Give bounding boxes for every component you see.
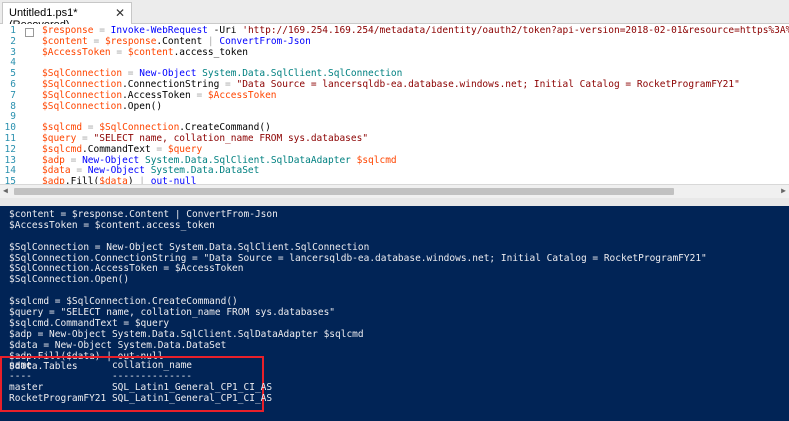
- tab-script[interactable]: Untitled1.ps1*(Recovered) ✕: [2, 2, 132, 31]
- script-code[interactable]: $response = Invoke-WebRequest -Uri 'http…: [42, 26, 789, 199]
- code-token: -Uri: [207, 26, 243, 36]
- scrollbar-thumb[interactable]: [14, 188, 674, 195]
- code-token: $adp: [42, 154, 65, 166]
- tab-bar: Untitled1.ps1*(Recovered) ✕: [0, 0, 789, 31]
- console-line: $SqlConnection = New-Object System.Data.…: [9, 241, 370, 253]
- code-token: =: [64, 154, 83, 166]
- code-token: System.Data.DataSet: [144, 165, 260, 177]
- code-token: =: [196, 89, 208, 101]
- code-token: $AccessToken: [42, 46, 111, 58]
- code-token: =: [76, 132, 94, 144]
- console-line: $data = New-Object System.Data.DataSet: [9, 339, 227, 351]
- code-token: =: [93, 26, 111, 36]
- console-output: $content = $response.Content | ConvertFr…: [9, 210, 779, 373]
- code-token: Invoke-WebRequest: [110, 26, 208, 36]
- line-number-gutter: 12345678910111213141516: [0, 24, 34, 198]
- code-line[interactable]: $AccessToken = $content.access_token: [42, 46, 789, 59]
- code-token: .AccessToken: [122, 89, 197, 101]
- code-token: .CommandText: [82, 143, 157, 155]
- code-token: "Data Source = lancersqldb-ea.database.w…: [236, 78, 740, 90]
- code-token: $SqlConnection: [42, 68, 123, 80]
- close-icon[interactable]: ✕: [115, 6, 125, 20]
- code-token: =: [225, 78, 237, 90]
- code-token: $content: [42, 35, 88, 47]
- console-line: $SqlConnection.Open(): [9, 274, 130, 286]
- code-token: =: [110, 46, 128, 58]
- code-token: |: [207, 35, 220, 47]
- line-number: 2: [10, 35, 16, 47]
- console-line: $AccessToken = $content.access_token: [9, 219, 215, 231]
- result-row: RocketProgramFY21 SQL_Latin1_General_CP1…: [9, 392, 273, 404]
- code-token: $sqlcmd: [42, 122, 83, 134]
- query-result-table: name collation_name ---- -------------- ma…: [9, 360, 273, 405]
- code-token: .Open(): [122, 100, 163, 112]
- code-token: ConvertFrom-Json: [219, 35, 311, 47]
- code-token: =: [82, 122, 100, 134]
- code-token: .CreateCommand(): [179, 122, 271, 134]
- pane-splitter[interactable]: [0, 198, 789, 206]
- code-token: New-Object: [139, 68, 197, 80]
- code-token: $AccessToken: [207, 89, 277, 101]
- horizontal-scrollbar[interactable]: ◀ ▶: [0, 184, 789, 198]
- code-token: $SqlConnection: [99, 122, 180, 134]
- scroll-left-icon[interactable]: ◀: [3, 186, 8, 195]
- code-token: System.Data.SqlClient.SqlDataAdapter: [139, 154, 357, 166]
- code-token: $response: [42, 26, 94, 36]
- code-token: System.Data.SqlClient.SqlConnection: [196, 68, 403, 80]
- code-token: "SELECT name, collation_name FROM sys.da…: [93, 132, 369, 144]
- code-token: =: [87, 35, 105, 47]
- code-token: =: [156, 143, 168, 155]
- code-token: .ConnectionString: [122, 78, 226, 90]
- code-token: .Content: [156, 35, 208, 47]
- code-token: $SqlConnection: [42, 100, 123, 112]
- code-token: 'http://169.254.169.254/metadata/identit…: [242, 26, 789, 36]
- code-token: =: [70, 165, 88, 177]
- code-token: $sqlcmd: [356, 154, 397, 166]
- script-editor[interactable]: 12345678910111213141516 $response = Invo…: [0, 24, 789, 198]
- fold-toggle-icon[interactable]: [25, 28, 34, 37]
- code-token: $data: [42, 165, 71, 177]
- code-token: $SqlConnection: [42, 89, 123, 101]
- code-token: .access_token: [173, 46, 248, 58]
- line-number: 7: [10, 89, 16, 101]
- code-token: $content: [127, 46, 174, 58]
- code-token: $query: [167, 143, 203, 155]
- code-token: $response: [104, 35, 157, 47]
- code-token: $SqlConnection: [42, 78, 123, 90]
- code-token: New-Object: [82, 154, 140, 166]
- code-token: =: [122, 68, 140, 80]
- code-token: $query: [42, 132, 77, 144]
- line-number: 12: [4, 143, 16, 155]
- code-token: $sqlcmd: [42, 143, 83, 155]
- scroll-right-icon[interactable]: ▶: [781, 186, 786, 195]
- code-token: New-Object: [87, 165, 145, 177]
- code-line[interactable]: $SqlConnection.Open(): [42, 100, 789, 113]
